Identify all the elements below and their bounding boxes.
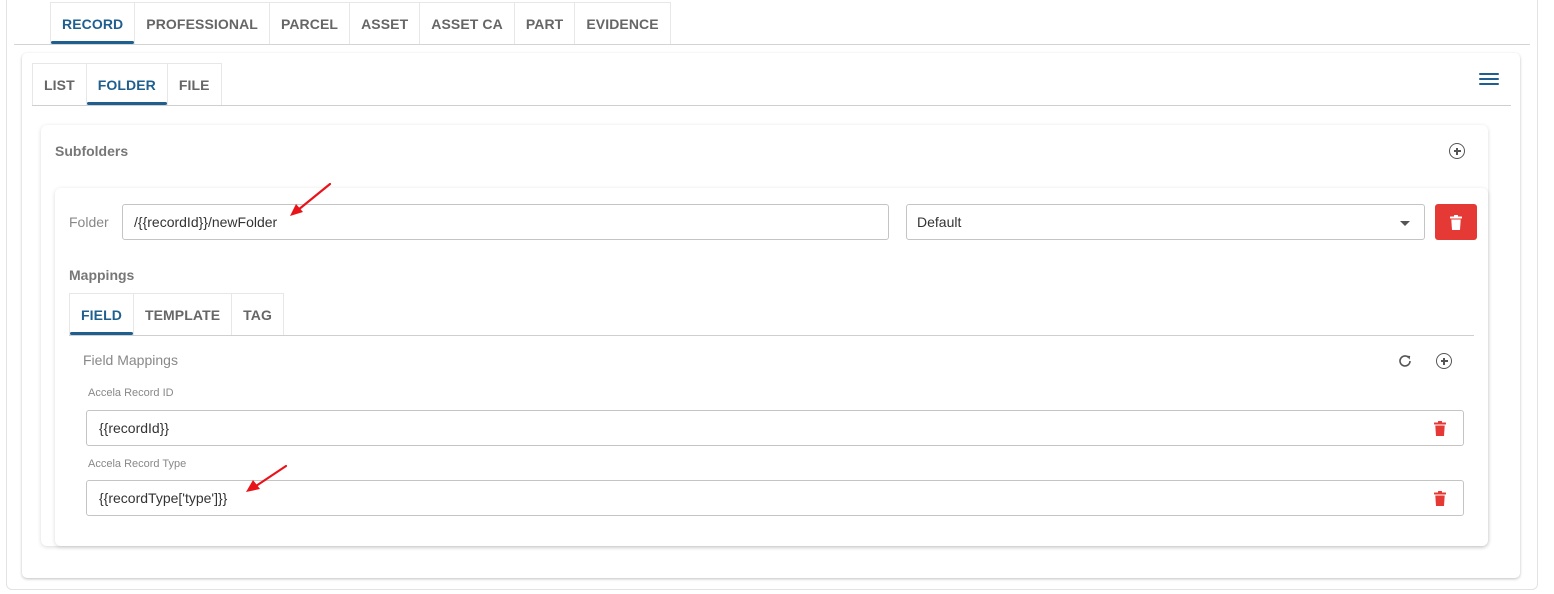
tab-asset-ca[interactable]: ASSET CA bbox=[420, 2, 515, 44]
refresh-icon[interactable] bbox=[1397, 353, 1413, 369]
folder-type-select[interactable]: Default bbox=[906, 204, 1425, 240]
tab-folder[interactable]: FOLDER bbox=[86, 63, 168, 105]
tab-professional[interactable]: PROFESSIONAL bbox=[135, 2, 270, 44]
subfolders-title: Subfolders bbox=[55, 143, 129, 159]
folder-card: Folder Default Mappings FIELD TEMPLATE T… bbox=[55, 188, 1488, 546]
field-value-record-type: {{recordType['type']}} bbox=[99, 490, 228, 506]
field-value-record-id: {{recordId}} bbox=[99, 420, 170, 436]
top-tab-bar: RECORD PROFESSIONAL PARCEL ASSET ASSET C… bbox=[50, 2, 671, 44]
top-tab-divider bbox=[14, 44, 1530, 45]
subfolders-card: Subfolders Folder Default Mappings FIELD… bbox=[41, 125, 1488, 546]
folder-type-select-value: Default bbox=[917, 214, 962, 230]
tab-template[interactable]: TEMPLATE bbox=[133, 293, 233, 335]
trash-icon[interactable] bbox=[1434, 491, 1446, 506]
mappings-tab-bar: FIELD TEMPLATE TAG bbox=[69, 293, 284, 335]
tab-evidence[interactable]: EVIDENCE bbox=[575, 2, 671, 44]
tab-part[interactable]: PART bbox=[514, 2, 576, 44]
delete-folder-button[interactable] bbox=[1435, 204, 1477, 240]
trash-icon bbox=[1450, 214, 1462, 230]
field-mappings-title: Field Mappings bbox=[83, 352, 178, 368]
hamburger-menu-icon[interactable] bbox=[1479, 73, 1499, 87]
tab-field[interactable]: FIELD bbox=[69, 293, 134, 335]
tab-file[interactable]: FILE bbox=[167, 63, 222, 105]
folder-label: Folder bbox=[69, 214, 109, 230]
field-label-record-id: Accela Record ID bbox=[88, 387, 174, 399]
folder-path-input[interactable] bbox=[122, 204, 889, 240]
mappings-title: Mappings bbox=[69, 267, 135, 283]
tab-asset[interactable]: ASSET bbox=[350, 2, 421, 44]
field-input-record-type[interactable]: {{recordType['type']}} bbox=[86, 480, 1464, 516]
chevron-down-icon bbox=[1400, 221, 1410, 226]
field-label-record-type: Accela Record Type bbox=[88, 458, 187, 470]
tab-tag[interactable]: TAG bbox=[232, 293, 284, 335]
tab-parcel[interactable]: PARCEL bbox=[269, 2, 351, 44]
inner-tab-divider bbox=[32, 105, 1511, 106]
add-subfolder-icon[interactable] bbox=[1449, 143, 1465, 159]
inner-tab-bar: LIST FOLDER FILE bbox=[32, 63, 222, 105]
main-panel: LIST FOLDER FILE Subfolders Folder Defau… bbox=[22, 53, 1520, 578]
tab-list[interactable]: LIST bbox=[32, 63, 87, 105]
add-field-mapping-icon[interactable] bbox=[1436, 353, 1452, 369]
field-input-record-id[interactable]: {{recordId}} bbox=[86, 410, 1464, 446]
trash-icon[interactable] bbox=[1434, 421, 1446, 436]
mappings-tab-divider bbox=[69, 335, 1474, 336]
tab-record[interactable]: RECORD bbox=[50, 2, 136, 44]
